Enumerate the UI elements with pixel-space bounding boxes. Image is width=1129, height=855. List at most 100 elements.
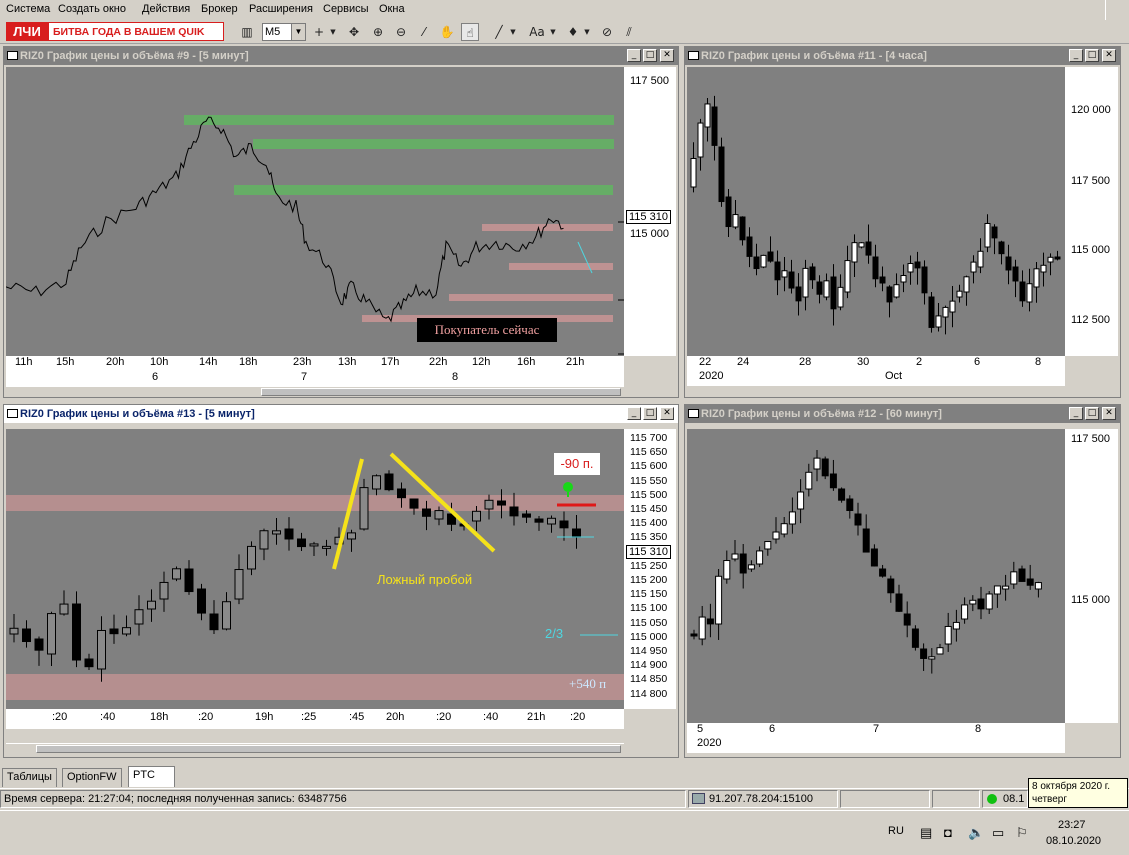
price-plot[interactable] <box>687 429 1065 723</box>
ruler-icon[interactable]: ⁄ <box>415 23 433 41</box>
notepad-icon[interactable]: ▤ <box>920 825 932 841</box>
flag-icon[interactable]: ⚐ <box>1016 825 1028 841</box>
pointer-icon[interactable]: ☝ <box>461 23 479 41</box>
move-icon[interactable]: ✥ <box>345 23 363 41</box>
window-title[interactable]: RIZ0 График цены и объёма #13 - [5 минут… <box>4 405 678 423</box>
interval-select[interactable]: M5 ▼ <box>262 23 306 41</box>
clock-time[interactable]: 23:27 <box>1058 819 1086 831</box>
tab-tables[interactable]: Таблицы <box>2 768 57 787</box>
scrollbar-thumb[interactable] <box>36 745 621 753</box>
candle-body <box>234 569 244 600</box>
line-icon[interactable]: ╱ <box>490 23 508 41</box>
candle-body <box>718 146 725 203</box>
menu-windows[interactable]: Окна <box>379 3 405 15</box>
minimize-icon[interactable]: _ <box>627 407 641 420</box>
status-cell-empty <box>932 790 980 808</box>
candle-body <box>497 500 506 506</box>
close-icon[interactable]: ✕ <box>660 407 674 420</box>
candle-body <box>1019 281 1026 302</box>
network-icon[interactable]: ▭ <box>992 825 1004 841</box>
window-title[interactable]: RIZ0 График цены и объёма #9 - [5 минут] <box>4 47 678 65</box>
zoom-out-icon[interactable]: ⊖ <box>392 23 410 41</box>
candle-body <box>949 300 956 313</box>
contest-logo[interactable]: ЛЧИ <box>6 22 48 41</box>
close-icon[interactable]: ✕ <box>1102 49 1116 62</box>
maximize-icon[interactable]: □ <box>643 49 657 62</box>
hand-icon[interactable]: ✋ <box>438 23 456 41</box>
window-title[interactable]: RIZ0 График цены и объёма #12 - [60 мину… <box>685 405 1120 423</box>
connection-address: 91.207.78.204:15100 <box>709 793 813 805</box>
time-axis: 11h 15h 20h 10h 14h 18h 23h 13h 17h 22h 12h 16h 21h 6… <box>6 356 624 386</box>
tab-optionfw[interactable]: OptionFW <box>62 768 122 787</box>
tick-label: 115 000 <box>630 228 669 240</box>
chevron-down-icon[interactable]: ▼ <box>582 23 592 41</box>
tick-label: 21h <box>566 356 585 368</box>
minimize-icon[interactable]: _ <box>1069 49 1083 62</box>
text-icon[interactable]: Aa <box>526 23 548 41</box>
tab-ptc[interactable]: PTC <box>128 766 175 787</box>
box-icon[interactable]: ◘ <box>944 825 952 840</box>
horizontal-scrollbar[interactable] <box>6 743 624 753</box>
clock-date[interactable]: 08.10.2020 <box>1046 835 1101 847</box>
tick-label: 115 200 <box>630 574 668 586</box>
crosshair-icon[interactable]: + <box>310 23 328 41</box>
maximize-icon[interactable]: □ <box>643 407 657 420</box>
contest-banner[interactable]: БИТВА ГОДА В ВАШЕМ QUIK <box>48 22 224 41</box>
candle-body <box>797 491 805 510</box>
chevron-down-icon[interactable]: ▼ <box>548 23 558 41</box>
minimize-icon[interactable]: _ <box>1069 407 1083 420</box>
candle-body <box>823 280 830 298</box>
candle-body <box>821 458 829 477</box>
menu-services[interactable]: Сервисы <box>323 3 369 15</box>
candle-body <box>780 523 788 535</box>
candle-body <box>809 266 816 281</box>
menu-broker[interactable]: Брокер <box>201 3 238 15</box>
close-icon[interactable]: ✕ <box>660 49 674 62</box>
candle-body <box>509 506 519 517</box>
candle-body <box>522 513 531 518</box>
price-plot[interactable] <box>687 67 1065 356</box>
maximize-icon[interactable]: □ <box>1085 407 1099 420</box>
erase-icon[interactable]: ⊘ <box>598 23 616 41</box>
tick-label: 115 100 <box>630 602 668 615</box>
maximize-icon[interactable]: □ <box>1085 49 1099 62</box>
horizontal-scrollbar[interactable] <box>6 386 624 396</box>
candle-body <box>534 518 544 523</box>
marker-icon[interactable]: ♦ <box>564 23 582 41</box>
zoom-in-icon[interactable]: ⊕ <box>369 23 387 41</box>
workspace-tabs: Таблицы OptionFW PTC <box>0 764 1129 788</box>
chart-window-12: RIZ0 График цены и объёма #12 - [60 мину… <box>684 404 1121 758</box>
candle-body <box>977 598 985 610</box>
scrollbar-thumb[interactable] <box>261 388 621 396</box>
taskbar: RU ▤ ◘ 🔈 ▭ ⚐ 23:27 08.10.2020 <box>0 810 1129 855</box>
close-icon[interactable]: ✕ <box>1102 407 1116 420</box>
candle-body <box>739 216 746 241</box>
window-title[interactable]: RIZ0 График цены и объёма #11 - [4 часа] <box>685 47 1120 65</box>
candle-body <box>472 510 481 522</box>
candle-body <box>816 281 823 295</box>
window-icon <box>688 51 699 60</box>
menu-actions[interactable]: Действия <box>142 3 190 15</box>
lines-icon[interactable]: ⫽ <box>620 23 638 41</box>
price-axis: 115 310 115 700 115 650 115 600 115 550 115 … <box>624 429 676 709</box>
candle-body <box>72 603 81 661</box>
menu-system[interactable]: Система <box>6 3 50 15</box>
minimize-icon[interactable]: _ <box>627 49 641 62</box>
price-plot[interactable]: Покупатель сейчас <box>6 67 624 356</box>
tick-label: 6 <box>974 356 981 368</box>
speaker-icon[interactable]: 🔈 <box>968 825 984 841</box>
candle-body <box>715 575 723 625</box>
chevron-down-icon[interactable]: ▼ <box>328 23 338 41</box>
candle-body <box>172 568 181 580</box>
fraction-label: 2/3 <box>545 626 564 641</box>
language-indicator[interactable]: RU <box>888 825 904 837</box>
candle-body <box>935 315 942 328</box>
chart-icon[interactable]: ▥ <box>238 23 256 41</box>
entry-marker <box>563 482 573 492</box>
menu-create-window[interactable]: Создать окно <box>58 3 126 15</box>
chevron-down-icon[interactable]: ▼ <box>508 23 518 41</box>
candle-body <box>725 196 732 228</box>
tick-label: 115 700 <box>630 432 668 444</box>
price-plot[interactable]: -90 п. Ложный пробой 2/3 +540 п <box>6 429 624 709</box>
menu-extensions[interactable]: Расширения <box>249 3 313 15</box>
